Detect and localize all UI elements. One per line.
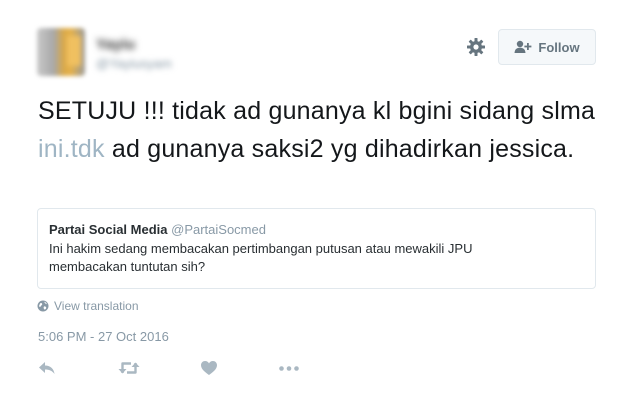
view-translation-link[interactable]: View translation xyxy=(37,299,139,313)
reply-icon[interactable] xyxy=(38,360,56,376)
tweet-text-part: ad gunanya saksi2 yg dihadirkan jessica. xyxy=(104,135,575,163)
quoted-author-handle: @PartaiSocmed xyxy=(171,222,266,237)
follow-button[interactable]: Follow xyxy=(498,29,596,65)
author-name[interactable]: Yayiu xyxy=(96,36,135,53)
globe-icon xyxy=(37,300,49,312)
quoted-tweet[interactable]: Partai Social Media @PartaiSocmed Ini ha… xyxy=(37,208,596,289)
quoted-tweet-text: Ini hakim sedang membacakan pertimbangan… xyxy=(49,241,473,274)
tweet-text: SETUJU !!! tidak ad gunanya kl bgini sid… xyxy=(38,92,598,168)
avatar[interactable] xyxy=(37,28,85,76)
more-icon[interactable] xyxy=(279,366,299,371)
heart-icon[interactable] xyxy=(200,360,218,376)
retweet-icon[interactable] xyxy=(118,360,140,376)
quoted-author-name: Partai Social Media xyxy=(49,222,168,237)
tweet-timestamp[interactable]: 5:06 PM - 27 Oct 2016 xyxy=(38,329,169,344)
author-handle[interactable]: @Yayiusyam xyxy=(96,56,172,71)
tweet-link[interactable]: ini.tdk xyxy=(38,135,105,163)
view-translation-label: View translation xyxy=(54,299,139,313)
gear-icon[interactable] xyxy=(466,37,486,57)
tweet-text-part: SETUJU !!! tidak ad gunanya kl bgini sid… xyxy=(38,97,596,125)
add-user-icon xyxy=(514,40,532,53)
follow-label: Follow xyxy=(538,39,580,55)
quoted-tweet-header: Partai Social Media @PartaiSocmed xyxy=(49,222,584,238)
